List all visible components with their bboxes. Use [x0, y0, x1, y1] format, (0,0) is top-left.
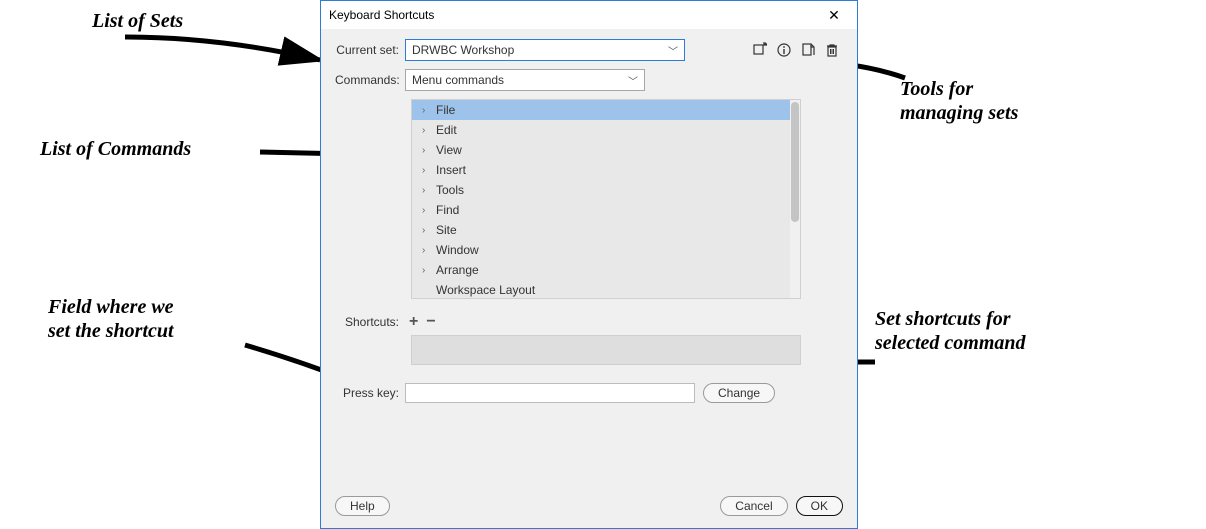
command-item[interactable]: ›View — [412, 140, 800, 160]
change-button[interactable]: Change — [703, 383, 775, 403]
current-set-row: Current set: DRWBC Workshop ﹀ — [335, 39, 843, 61]
press-key-label: Press key: — [335, 386, 405, 400]
dialog-title: Keyboard Shortcuts — [329, 8, 434, 22]
info-icon[interactable] — [775, 41, 793, 59]
command-item-label: Window — [436, 243, 479, 257]
press-key-row: Press key: Change — [335, 383, 843, 403]
commands-dropdown[interactable]: Menu commands ﹀ — [405, 69, 645, 91]
chevron-right-icon: › — [422, 245, 436, 256]
remove-shortcut-button[interactable]: − — [422, 313, 439, 331]
chevron-right-icon: › — [422, 105, 436, 116]
add-shortcut-button[interactable]: + — [405, 313, 422, 331]
annotation-tools-line1: Tools for — [900, 78, 973, 101]
scrollbar[interactable] — [790, 100, 800, 298]
command-item-label: File — [436, 103, 455, 117]
current-set-value: DRWBC Workshop — [412, 43, 514, 57]
shortcut-list-box[interactable] — [411, 335, 801, 365]
commands-value: Menu commands — [412, 73, 504, 87]
command-item[interactable]: ›Arrange — [412, 260, 800, 280]
annotation-field-l2: set the shortcut — [48, 320, 174, 343]
command-item[interactable]: ›Edit — [412, 120, 800, 140]
command-item[interactable]: ›Tools — [412, 180, 800, 200]
dialog-footer: Help Cancel OK — [321, 486, 857, 528]
chevron-right-icon: › — [422, 265, 436, 276]
annotation-setshortcuts-l2: selected command — [875, 332, 1026, 355]
new-set-icon[interactable] — [751, 41, 769, 59]
command-list[interactable]: ›File›Edit›View›Insert›Tools›Find›Site›W… — [411, 99, 801, 299]
chevron-right-icon: › — [422, 225, 436, 236]
annotation-tools-line2: managing sets — [900, 102, 1018, 125]
titlebar: Keyboard Shortcuts ✕ — [321, 1, 857, 29]
command-item-label: Arrange — [436, 263, 479, 277]
keyboard-shortcuts-dialog: Keyboard Shortcuts ✕ Current set: DRWBC … — [320, 0, 858, 529]
shortcuts-row: Shortcuts: + − — [335, 313, 843, 331]
scrollbar-thumb[interactable] — [791, 102, 799, 222]
chevron-right-icon: › — [422, 125, 436, 136]
current-set-label: Current set: — [335, 43, 405, 57]
close-button[interactable]: ✕ — [819, 7, 849, 24]
arrow-list-of-sets — [120, 32, 330, 72]
chevron-down-icon: ﹀ — [668, 43, 678, 58]
annotation-list-of-commands: List of Commands — [40, 138, 191, 161]
command-item-label: Site — [436, 223, 457, 237]
commands-row: Commands: Menu commands ﹀ — [335, 69, 843, 91]
annotation-list-of-sets: List of Sets — [92, 10, 183, 33]
chevron-down-icon: ﹀ — [628, 73, 638, 88]
shortcuts-label: Shortcuts: — [335, 315, 405, 329]
command-item[interactable]: ›Find — [412, 200, 800, 220]
export-set-icon[interactable] — [799, 41, 817, 59]
chevron-right-icon: › — [422, 185, 436, 196]
cancel-button[interactable]: Cancel — [720, 496, 787, 516]
command-item-label: View — [436, 143, 462, 157]
chevron-right-icon: › — [422, 165, 436, 176]
command-item-label: Edit — [436, 123, 457, 137]
command-item[interactable]: Workspace Layout — [412, 280, 800, 299]
commands-label: Commands: — [335, 73, 405, 87]
set-tools — [751, 41, 843, 59]
command-item[interactable]: ›Window — [412, 240, 800, 260]
chevron-right-icon: › — [422, 205, 436, 216]
help-button[interactable]: Help — [335, 496, 390, 516]
command-item[interactable]: ›File — [412, 100, 800, 120]
current-set-dropdown[interactable]: DRWBC Workshop ﹀ — [405, 39, 685, 61]
command-item-label: Insert — [436, 163, 466, 177]
annotation-field-l1: Field where we — [48, 296, 174, 319]
chevron-right-icon: › — [422, 145, 436, 156]
command-item-label: Tools — [436, 183, 464, 197]
ok-button[interactable]: OK — [796, 496, 843, 516]
command-item[interactable]: ›Site — [412, 220, 800, 240]
command-item[interactable]: ›Insert — [412, 160, 800, 180]
press-key-input[interactable] — [405, 383, 695, 403]
command-item-label: Find — [436, 203, 459, 217]
command-item-label: Workspace Layout — [436, 283, 535, 297]
trash-icon[interactable] — [823, 41, 841, 59]
annotation-setshortcuts-l1: Set shortcuts for — [875, 308, 1011, 331]
